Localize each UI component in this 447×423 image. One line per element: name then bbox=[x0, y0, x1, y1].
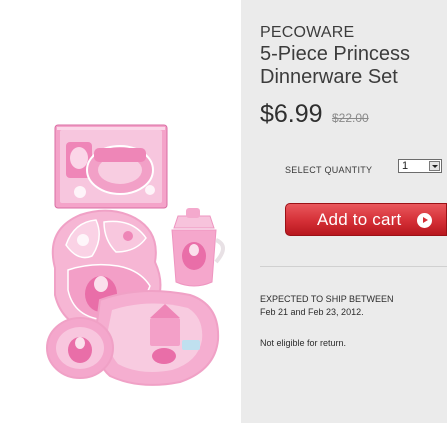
bowl-illustration bbox=[46, 317, 114, 379]
quantity-select[interactable]: 1 bbox=[398, 159, 442, 173]
quantity-value: 1 bbox=[402, 160, 409, 172]
sippy-cup-illustration bbox=[171, 208, 225, 287]
arrow-right-circle-icon bbox=[417, 213, 432, 228]
product-image-area bbox=[0, 0, 241, 423]
product-title: 5-Piece Princess Dinnerware Set bbox=[260, 43, 411, 88]
shipping-dates: Feb 21 and Feb 23, 2012. bbox=[260, 307, 364, 317]
chevron-down-icon[interactable] bbox=[429, 161, 440, 171]
boxed-set-illustration bbox=[54, 124, 168, 209]
product-image[interactable] bbox=[0, 0, 241, 423]
brand-name[interactable]: PECOWARE bbox=[260, 24, 354, 42]
quantity-label: SELECT QUANTITY bbox=[285, 165, 373, 175]
sale-price: $6.99 bbox=[260, 100, 323, 128]
rectangle-plate-illustration bbox=[94, 290, 220, 386]
original-price: $22.00 bbox=[332, 111, 369, 125]
shipping-heading: EXPECTED TO SHIP BETWEEN bbox=[260, 294, 394, 304]
add-to-cart-label: Add to cart bbox=[317, 210, 402, 229]
section-divider bbox=[260, 266, 447, 267]
add-to-cart-button[interactable]: Add to cart bbox=[285, 203, 447, 236]
product-detail-panel: PECOWARE 5-Piece Princess Dinnerware Set… bbox=[241, 0, 447, 423]
return-policy: Not eligible for return. bbox=[260, 338, 347, 348]
